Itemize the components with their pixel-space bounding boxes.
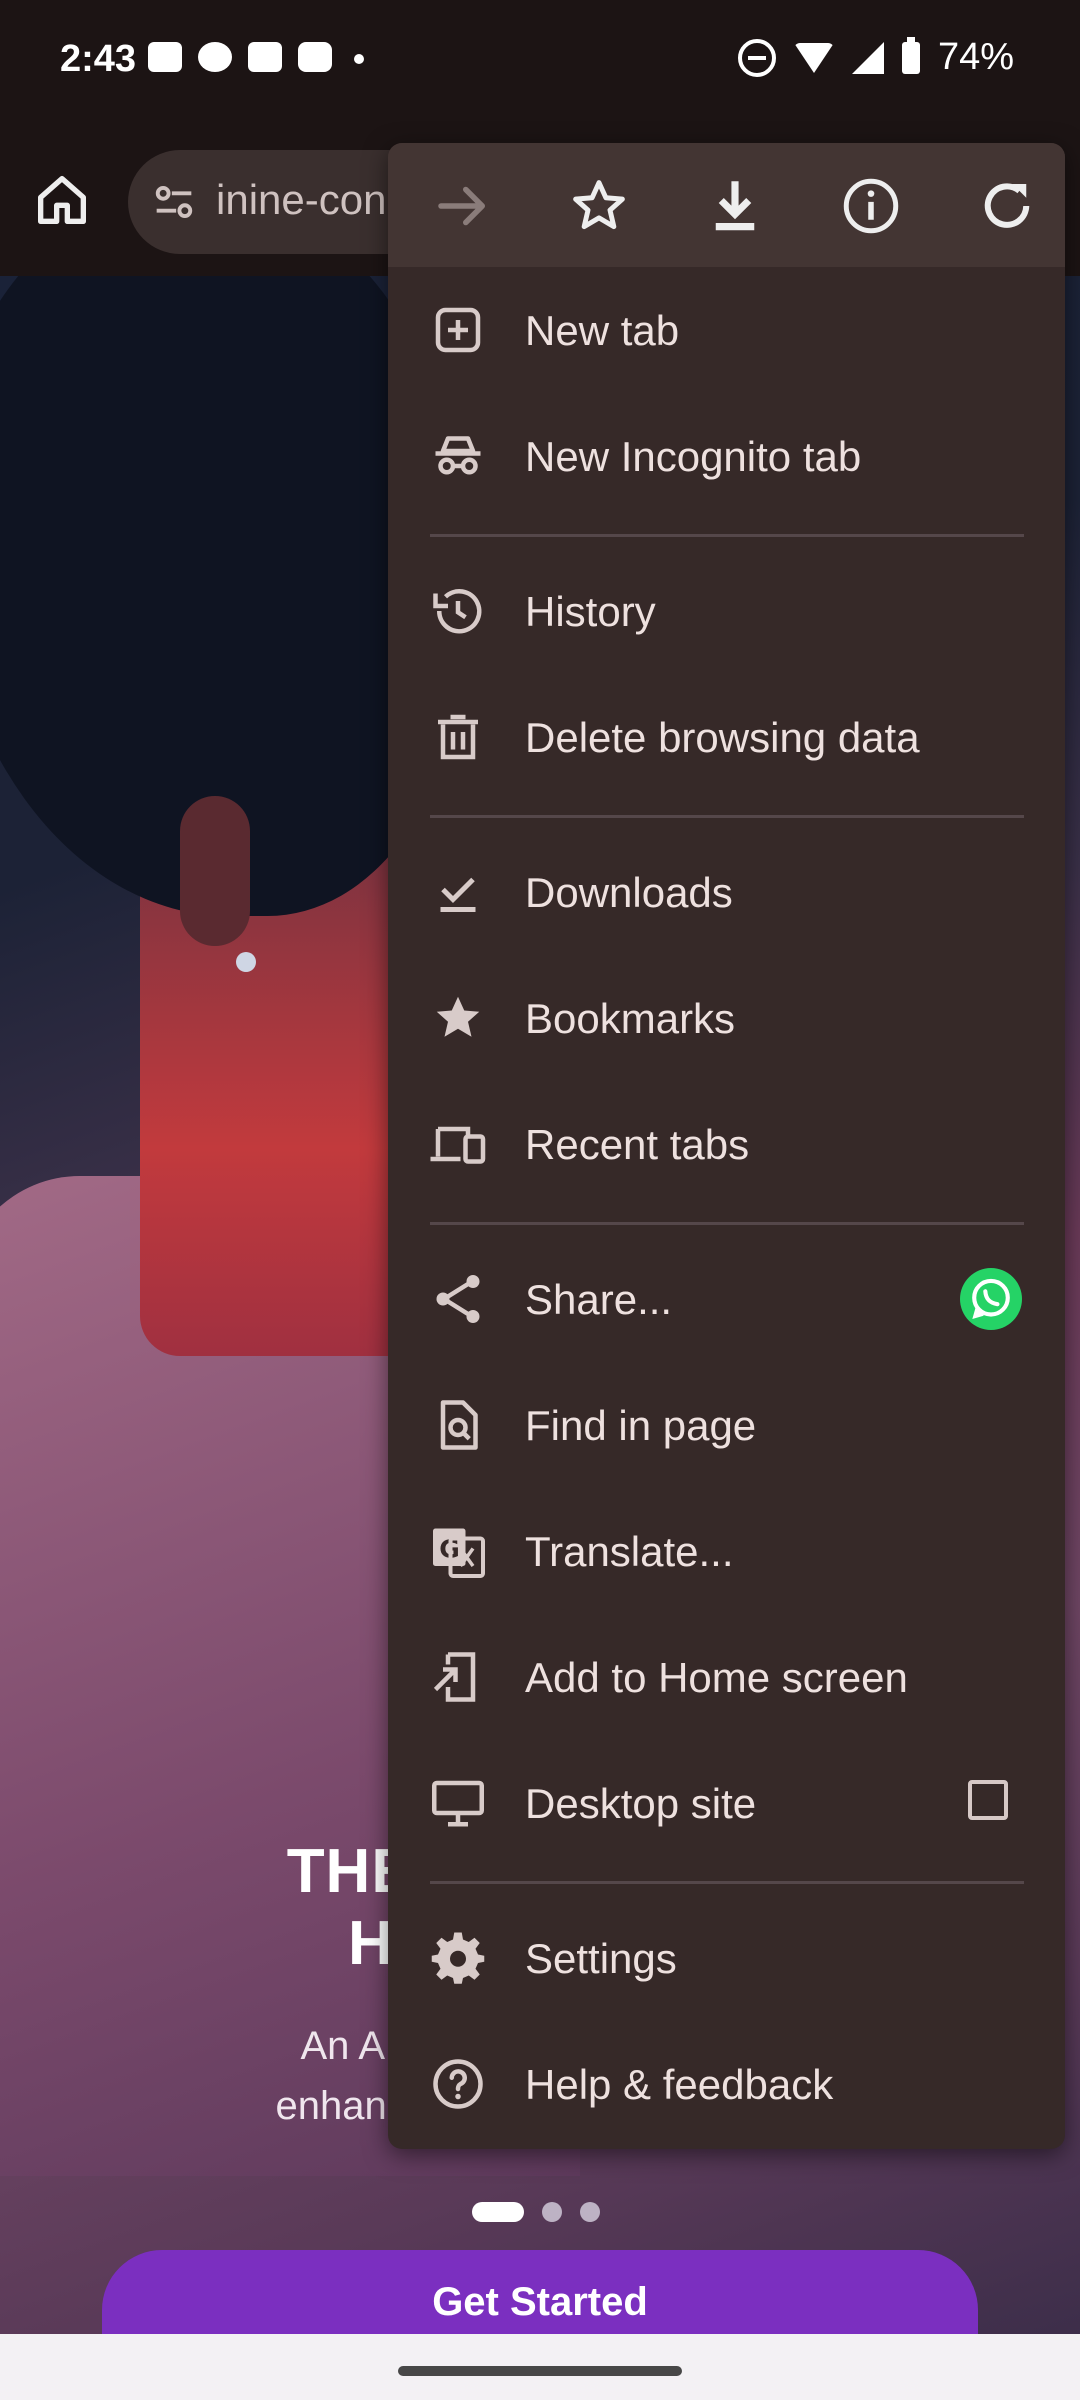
translate-icon: G [433,1528,485,1578]
wifi-icon [793,42,834,73]
bookmark-page-button[interactable] [566,173,632,239]
youtube-icon [298,42,332,72]
message-icon [248,42,282,72]
hero-image-ear [180,796,250,946]
menu-item-find-in-page[interactable]: Find in page [388,1362,1065,1488]
notification-icons [148,42,364,72]
menu-divider [430,1881,1024,1884]
bookmarks-star-icon [436,996,480,1037]
carousel-dot-active[interactable] [472,2202,524,2222]
do-not-disturb-icon [737,38,776,77]
help-icon [433,2059,483,2109]
whatsapp-icon [972,1278,1010,1319]
menu-item-label: Delete browsing data [525,714,920,761]
gear-icon [431,1932,485,1984]
battery-percentage: 74% [937,36,1014,78]
incognito-icon [435,436,481,475]
menu-divider [430,815,1024,818]
carousel-dot[interactable] [580,2202,600,2222]
status-time: 2:43 [60,38,137,80]
menu-item-label: Translate... [525,1528,734,1575]
cellular-signal-icon [851,41,884,74]
menu-item-recent-tabs[interactable]: Recent tabs [388,1081,1065,1207]
more-notifications-dot [354,54,364,64]
menu-item-label: Settings [525,1935,677,1982]
menu-item-label: Find in page [525,1402,757,1449]
menu-divider [430,1222,1024,1225]
desktop-site-checkbox[interactable] [968,1780,1008,1820]
whatsapp-share-button[interactable] [960,1268,1022,1330]
carousel-dot[interactable] [542,2202,562,2222]
get-started-button[interactable]: Get Started [102,2250,978,2334]
desktop-monitor-icon [432,1780,484,1827]
menu-item-label: Recent tabs [525,1121,750,1168]
battery-icon [901,36,920,74]
menu-item-help-feedback[interactable]: Help & feedback [388,2021,1065,2147]
menu-item-label: Bookmarks [525,995,736,1042]
devices-icon [430,1126,486,1164]
reload-button[interactable] [974,173,1040,239]
menu-item-label: Help & feedback [525,2061,834,2108]
system-navigation-bar [0,2334,1080,2400]
page-info-button[interactable] [838,173,904,239]
status-bar: 2:43 74% [0,0,1080,130]
menu-item-add-to-home-screen[interactable]: Add to Home screen [388,1614,1065,1740]
menu-item-new-incognito-tab[interactable]: New Incognito tab [388,393,1065,519]
home-icon [38,176,86,224]
site-settings-icon[interactable] [148,176,200,228]
download-page-button[interactable] [702,173,768,239]
info-icon [843,178,899,234]
forward-icon [438,186,485,226]
chat-icon [198,42,232,72]
menu-item-label: Downloads [525,869,733,916]
add-to-home-screen-icon [433,1652,476,1702]
menu-item-label: New Incognito tab [525,433,862,480]
url-text: inine-con [216,176,387,223]
menu-item-settings[interactable]: Settings [388,1895,1065,2021]
gesture-handle[interactable] [398,2366,682,2376]
menu-action-row [388,143,1065,267]
bookmark-star-icon [573,180,625,230]
menu-item-history[interactable]: History [388,548,1065,674]
menu-item-label: Add to Home screen [525,1654,908,1701]
menu-item-bookmarks[interactable]: Bookmarks [388,955,1065,1081]
trash-icon [438,714,478,760]
menu-item-label: Share... [525,1276,673,1323]
menu-item-translate[interactable]: G Translate... [388,1488,1065,1614]
browser-overflow-menu: New tab New Incognito tab History Delete… [388,143,1065,2149]
download-icon [715,181,755,231]
find-in-page-icon [440,1400,478,1450]
get-started-label: Get Started [432,2280,648,2324]
refresh-icon [984,183,1030,228]
menu-item-label: History [525,588,656,635]
menu-item-delete-browsing-data[interactable]: Delete browsing data [388,674,1065,800]
forward-button[interactable] [430,173,496,239]
new-tab-icon [435,307,481,353]
hero-image-earring [236,952,256,972]
menu-item-new-tab[interactable]: New tab [388,267,1065,393]
system-icons: 74% [737,36,1014,79]
downloads-icon [440,877,476,912]
menu-item-share[interactable]: Share... [388,1236,1065,1362]
carousel-indicator [472,2202,600,2222]
menu-item-label: Desktop site [525,1780,757,1827]
menu-item-downloads[interactable]: Downloads [388,829,1065,955]
menu-item-label: New tab [525,307,680,354]
home-button[interactable] [30,168,94,232]
menu-divider [430,534,1024,537]
menu-item-desktop-site[interactable]: Desktop site [388,1740,1065,1866]
history-icon [433,589,482,634]
message-icon [148,42,182,72]
share-icon [436,1275,480,1323]
